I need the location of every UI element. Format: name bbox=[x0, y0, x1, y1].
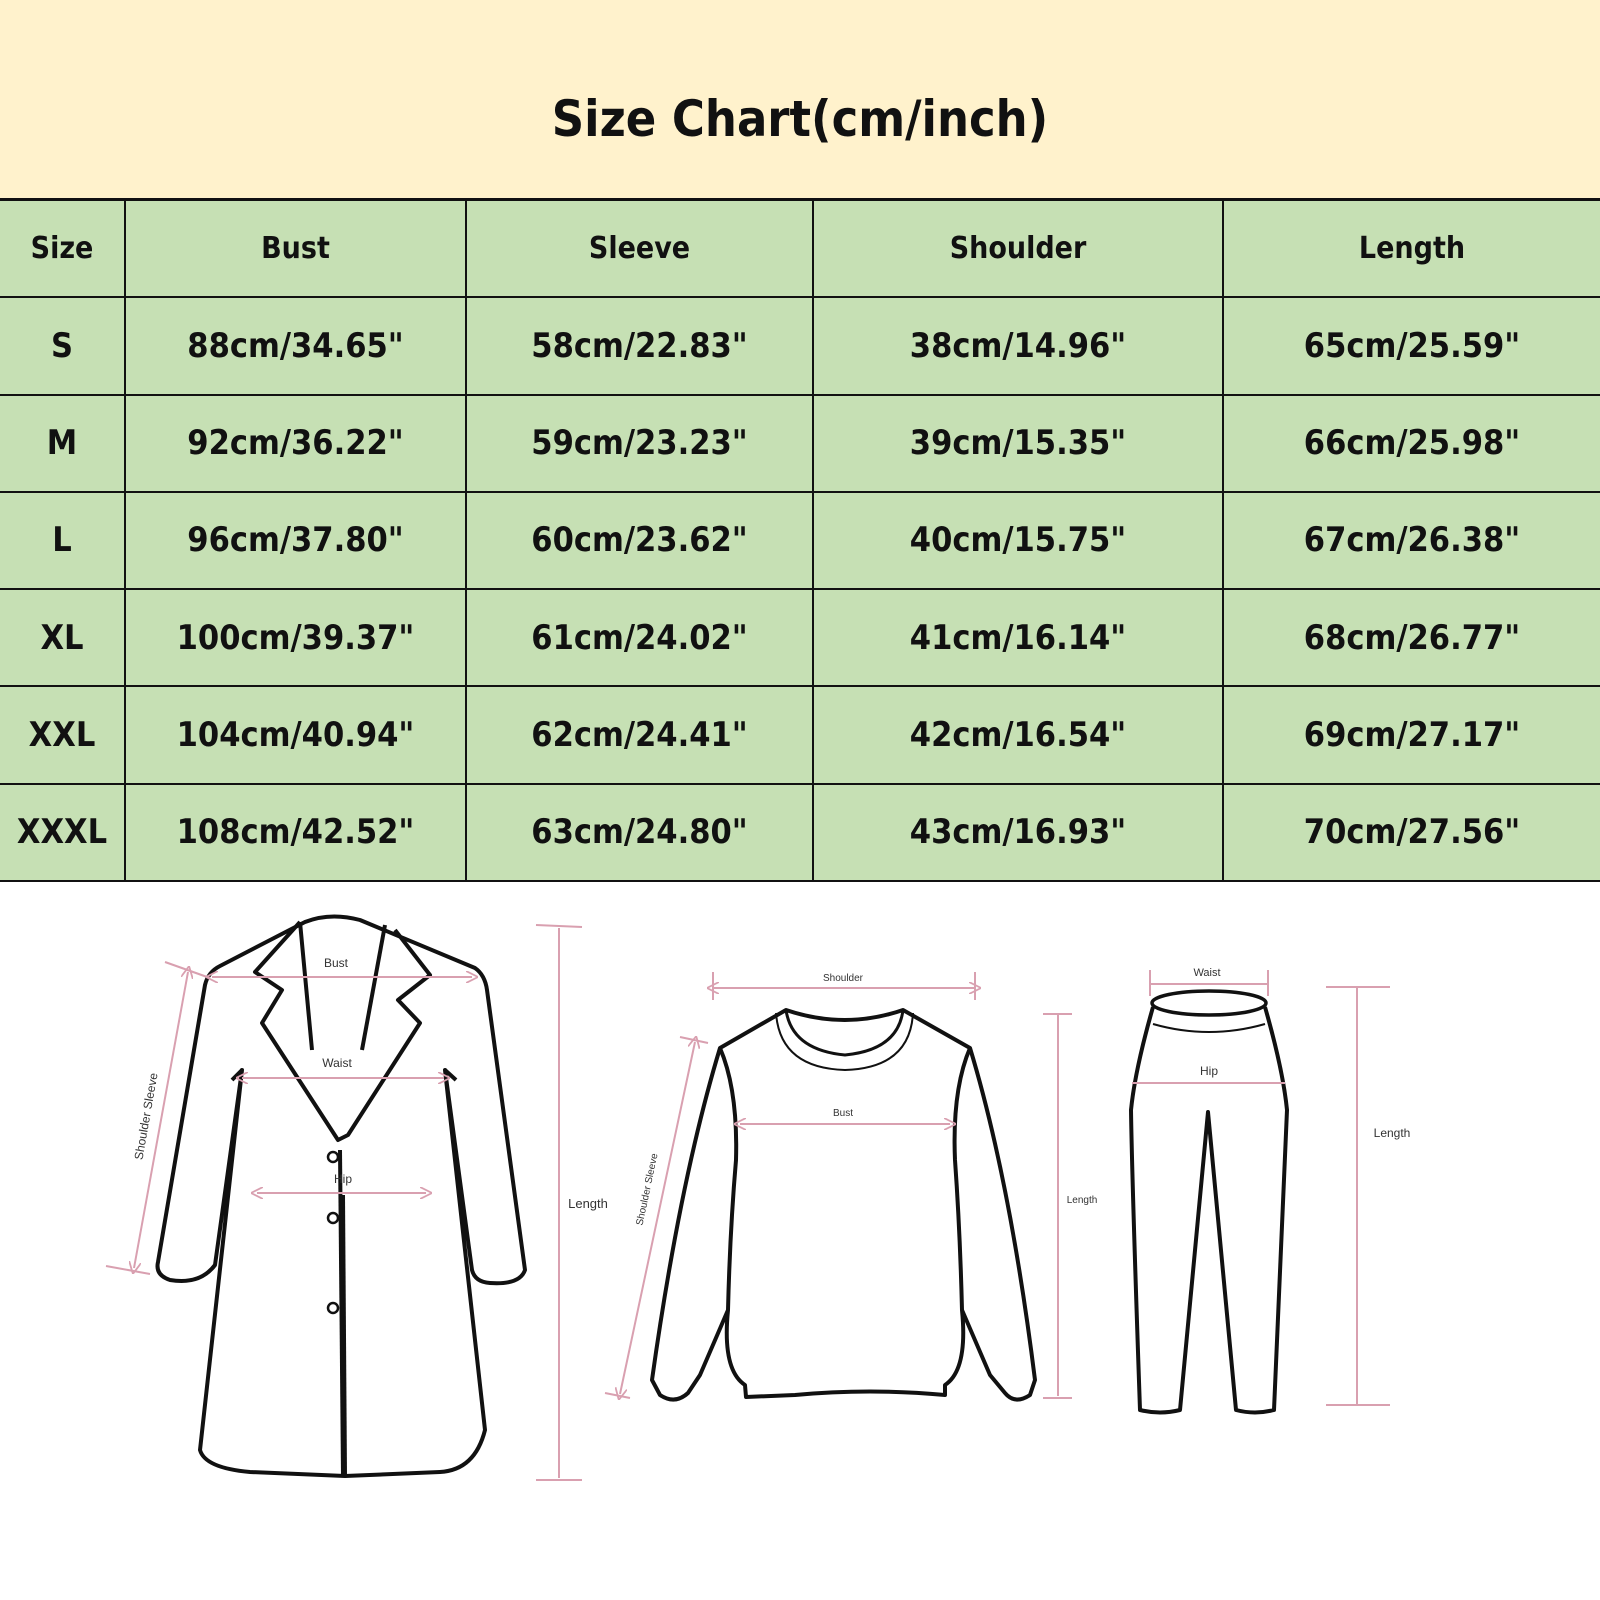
pants-hip-label: Hip bbox=[1200, 1064, 1218, 1078]
cell-length: 65cm/25.59" bbox=[1222, 296, 1600, 396]
table-row: XXXL 108cm/42.52" 63cm/24.80" 43cm/16.93… bbox=[0, 782, 1600, 883]
cell-size: XXXL bbox=[0, 782, 126, 883]
cell-shoulder: 41cm/16.14" bbox=[812, 588, 1224, 688]
column-header-shoulder: Shoulder bbox=[812, 198, 1224, 299]
cell-sleeve: 59cm/23.23" bbox=[465, 393, 814, 493]
table-row: XXL 104cm/40.94" 62cm/24.41" 42cm/16.54"… bbox=[0, 685, 1600, 785]
cell-shoulder: 38cm/14.96" bbox=[812, 296, 1224, 396]
cell-size: XL bbox=[0, 588, 126, 688]
cell-size: M bbox=[0, 393, 126, 493]
table-row: M 92cm/36.22" 59cm/23.23" 39cm/15.35" 66… bbox=[0, 393, 1600, 493]
cell-size: L bbox=[0, 490, 126, 591]
cell-sleeve: 62cm/24.41" bbox=[465, 685, 814, 785]
sweater-illustration bbox=[650, 1008, 1037, 1402]
cell-sleeve: 60cm/23.62" bbox=[465, 490, 814, 591]
size-table: Size Bust Sleeve Shoulder Length S 88cm/… bbox=[0, 198, 1600, 883]
cell-shoulder: 42cm/16.54" bbox=[812, 685, 1224, 785]
pants-measure-lines bbox=[1132, 970, 1390, 1406]
cell-bust: 104cm/40.94" bbox=[124, 685, 467, 785]
cell-bust: 92cm/36.22" bbox=[124, 393, 467, 493]
cell-length: 67cm/26.38" bbox=[1222, 490, 1600, 591]
table-row: XL 100cm/39.37" 61cm/24.02" 41cm/16.14" … bbox=[0, 588, 1600, 688]
column-header-length: Length bbox=[1222, 198, 1600, 299]
cell-shoulder: 39cm/15.35" bbox=[812, 393, 1224, 493]
table-header-row: Size Bust Sleeve Shoulder Length bbox=[0, 198, 1600, 299]
pants-waist-label: Waist bbox=[1193, 967, 1220, 979]
coat-length-label: Length bbox=[568, 1196, 608, 1211]
cell-bust: 96cm/37.80" bbox=[124, 490, 467, 591]
cell-length: 66cm/25.98" bbox=[1222, 393, 1600, 493]
measurement-diagrams: Bust Waist Hip Shoulder Sleeve Length Sh… bbox=[0, 882, 1600, 1600]
cell-sleeve: 58cm/22.83" bbox=[465, 296, 814, 396]
cell-size: XXL bbox=[0, 685, 126, 785]
cell-bust: 88cm/34.65" bbox=[124, 296, 467, 396]
coat-waist-label: Waist bbox=[322, 1056, 352, 1070]
cell-size: S bbox=[0, 296, 126, 396]
sweater-shoulder-sleeve-label: Shoulder Sleeve bbox=[635, 1152, 661, 1226]
cell-bust: 100cm/39.37" bbox=[124, 588, 467, 688]
cell-sleeve: 63cm/24.80" bbox=[465, 782, 814, 883]
cell-shoulder: 43cm/16.93" bbox=[812, 782, 1224, 883]
column-header-size: Size bbox=[0, 198, 126, 299]
coat-hip-label: Hip bbox=[334, 1172, 352, 1186]
cell-shoulder: 40cm/15.75" bbox=[812, 490, 1224, 591]
sweater-shoulder-label: Shoulder bbox=[823, 973, 864, 984]
header-banner: Size Chart(cm/inch) bbox=[0, 0, 1600, 198]
pants-length-label: Length bbox=[1374, 1126, 1411, 1140]
cell-bust: 108cm/42.52" bbox=[124, 782, 467, 883]
cell-length: 68cm/26.77" bbox=[1222, 588, 1600, 688]
table-row: S 88cm/34.65" 58cm/22.83" 38cm/14.96" 65… bbox=[0, 296, 1600, 396]
page-title: Size Chart(cm/inch) bbox=[551, 90, 1049, 148]
sweater-length-label: Length bbox=[1067, 1195, 1098, 1206]
table-row: L 96cm/37.80" 60cm/23.62" 40cm/15.75" 67… bbox=[0, 490, 1600, 591]
cell-length: 69cm/27.17" bbox=[1222, 685, 1600, 785]
cell-length: 70cm/27.56" bbox=[1222, 782, 1600, 883]
cell-sleeve: 61cm/24.02" bbox=[465, 588, 814, 688]
pants-illustration bbox=[1129, 989, 1289, 1415]
column-header-sleeve: Sleeve bbox=[465, 198, 814, 299]
coat-bust-label: Bust bbox=[324, 956, 349, 970]
sweater-bust-label: Bust bbox=[833, 1108, 853, 1119]
column-header-bust: Bust bbox=[124, 198, 467, 299]
